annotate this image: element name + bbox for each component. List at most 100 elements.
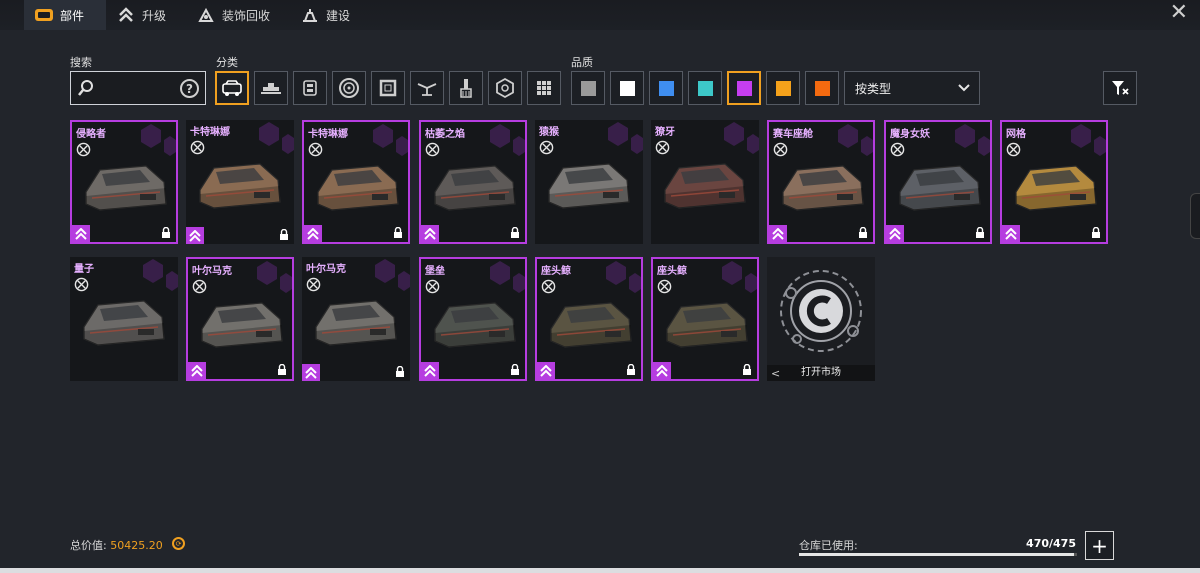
lock-icon	[1092, 227, 1100, 238]
lock-icon	[511, 227, 519, 238]
tier-chevron-icon	[302, 364, 320, 381]
item-card[interactable]: 猿猴	[535, 120, 643, 244]
category-drone-button[interactable]	[410, 71, 444, 105]
item-card[interactable]: 网格	[1000, 120, 1108, 244]
lock-icon	[743, 364, 751, 375]
tier-chevron-icon	[188, 362, 206, 379]
coin-icon: ⟳	[172, 537, 185, 550]
recycle-icon	[196, 7, 216, 23]
quality-swatch	[736, 80, 752, 96]
tier-chevron-icon	[886, 225, 904, 242]
tab-parts[interactable]: 部件	[24, 0, 106, 30]
item-card[interactable]: 座头鲸	[651, 257, 759, 381]
vehicle-part-image	[434, 165, 516, 211]
weapon-icon	[261, 83, 281, 94]
storage-progress-bar	[799, 553, 1077, 556]
item-card[interactable]: 堡垒	[419, 257, 527, 381]
cabin-icon	[222, 80, 242, 96]
item-card[interactable]: 獠牙	[651, 120, 759, 244]
item-name: 网格	[1006, 129, 1026, 140]
lock-icon	[394, 227, 402, 238]
quality-red-orange-button[interactable]	[805, 71, 839, 105]
expand-storage-button[interactable]: +	[1085, 531, 1114, 560]
quality-white-button[interactable]	[610, 71, 644, 105]
item-card[interactable]: 叶尔马克	[302, 257, 410, 381]
bottom-strip	[0, 568, 1200, 573]
item-name: 叶尔马克	[192, 266, 232, 277]
item-card[interactable]: 量子	[70, 257, 178, 381]
category-paint-button[interactable]	[449, 71, 483, 105]
chevron-down-icon	[957, 81, 971, 98]
lock-icon	[859, 227, 867, 238]
quality-gray-button[interactable]	[571, 71, 605, 105]
upgrade-chevrons-icon	[116, 7, 136, 23]
tier-chevron-icon	[769, 225, 787, 242]
quality-swatch	[814, 80, 830, 96]
vehicle-part-image	[550, 302, 632, 348]
sort-dropdown[interactable]: 按类型	[844, 71, 980, 105]
vehicle-part-image	[666, 302, 748, 348]
chevron-left-icon[interactable]: <	[771, 367, 780, 380]
category-frame-button[interactable]	[371, 71, 405, 105]
item-name: 侵略者	[76, 129, 106, 140]
tab-label: 升级	[142, 8, 167, 23]
item-card[interactable]: 叶尔马克	[186, 257, 294, 381]
lock-icon	[396, 366, 404, 377]
item-name: 魔身女妖	[890, 129, 930, 140]
open-market-card[interactable]: 打开市场 <	[767, 257, 875, 381]
item-card[interactable]: 魔身女妖	[884, 120, 992, 244]
clear-filter-button[interactable]	[1103, 71, 1137, 105]
grid-icon	[537, 81, 551, 95]
search-label: 搜索	[70, 56, 92, 69]
open-market-label: 打开市场	[767, 365, 875, 381]
sort-dropdown-value: 按类型	[855, 81, 892, 96]
item-card[interactable]: 枯萎之焰	[419, 120, 527, 244]
tier-chevron-icon	[1002, 225, 1020, 242]
item-card[interactable]: 座头鲸	[535, 257, 643, 381]
search-input[interactable]: ?	[70, 71, 206, 105]
search-icon	[77, 79, 95, 101]
lock-icon	[162, 227, 170, 238]
close-button[interactable]: ✕	[1170, 2, 1188, 24]
quality-swatch	[658, 80, 674, 96]
storage-used-value: 470/475	[1026, 537, 1076, 550]
category-wheel-button[interactable]	[332, 71, 366, 105]
quality-blue-button[interactable]	[649, 71, 683, 105]
side-panel-handle[interactable]	[1190, 193, 1200, 239]
category-decor-button[interactable]	[488, 71, 522, 105]
item-card[interactable]: 侵略者	[70, 120, 178, 244]
help-icon[interactable]: ?	[180, 79, 199, 98]
item-card[interactable]: 赛车座舱	[767, 120, 875, 244]
tab-upgrade[interactable]: 升级	[116, 0, 186, 30]
tab-build[interactable]: 建设	[300, 0, 370, 30]
category-cabin-button[interactable]	[215, 71, 249, 105]
item-card[interactable]: 卡特琳娜	[186, 120, 294, 244]
category-module-button[interactable]	[293, 71, 327, 105]
quality-orange-button[interactable]	[766, 71, 800, 105]
build-icon	[300, 7, 320, 23]
parts-icon	[34, 7, 54, 23]
total-value-label: 总价值:	[70, 539, 107, 552]
vehicle-part-image	[782, 165, 864, 211]
category-all-button[interactable]	[527, 71, 561, 105]
market-logo-icon	[780, 270, 862, 352]
quality-purple-button[interactable]	[727, 71, 761, 105]
tab-recycle[interactable]: 装饰回收	[196, 0, 296, 30]
item-name: 座头鲸	[657, 266, 687, 277]
item-card[interactable]: 卡特琳娜	[302, 120, 410, 244]
item-name: 卡特琳娜	[308, 129, 348, 140]
vehicle-part-image	[85, 165, 167, 211]
quality-teal-button[interactable]	[688, 71, 722, 105]
item-name: 猿猴	[539, 127, 559, 138]
total-value-amount: 50425.20	[110, 539, 163, 552]
vehicle-part-image	[548, 163, 630, 209]
top-tab-bar: 部件 升级 装饰回收 建设 ✕	[0, 0, 1200, 30]
category-weapon-button[interactable]	[254, 71, 288, 105]
item-name: 座头鲸	[541, 266, 571, 277]
filter-clear-icon	[1112, 81, 1129, 95]
item-name: 枯萎之焰	[425, 129, 465, 140]
lock-icon	[278, 364, 286, 375]
vehicle-part-image	[83, 300, 165, 346]
item-name: 卡特琳娜	[190, 127, 230, 138]
tab-label: 部件	[60, 8, 85, 23]
